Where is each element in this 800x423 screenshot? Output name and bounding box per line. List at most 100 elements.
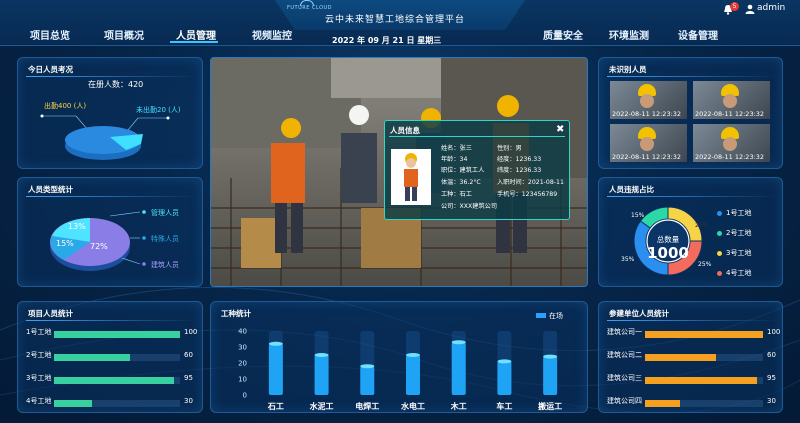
bar-label: 建筑公司一	[607, 328, 642, 336]
legend-dot	[717, 211, 722, 216]
nav-quality-safety[interactable]: 质量安全	[543, 27, 583, 42]
user-icon[interactable]	[745, 4, 755, 14]
person-info-popup: 人员信息 ✖ 姓名：张三 性别：男 年龄：34 经度：1236.33 职位：建筑…	[384, 120, 570, 220]
attendance-panel: 今日人员考况 在册人数：420 出勤400 (人) 未出勤20 (人)	[17, 57, 203, 169]
bar-value: 95	[767, 374, 776, 382]
bar-fill	[54, 400, 92, 407]
donut-label-4: 25%	[698, 261, 712, 268]
unknown-person-thumbnail[interactable]: 2022-08-11 12:23:32	[610, 81, 687, 119]
bar-fill	[54, 377, 174, 384]
bar-fill	[645, 331, 763, 338]
y-tick-label: 30	[238, 344, 247, 352]
panel-title: 参建单位人员统计	[609, 309, 669, 318]
person-type-pie-chart	[50, 210, 146, 271]
legend-special: 特殊人员	[151, 235, 179, 243]
nav-equipment[interactable]: 设备管理	[678, 27, 718, 42]
field-phone: 手机号：123456789	[497, 191, 558, 198]
construction-percent: 72%	[90, 242, 108, 251]
field-entry-time: 入职时间：2021-08-11	[497, 179, 564, 186]
y-tick-label: 20	[238, 360, 247, 368]
y-tick-label: 40	[238, 328, 247, 336]
legend-dot	[717, 231, 722, 236]
nav-personnel[interactable]: 人员管理	[176, 27, 216, 42]
thumbnail-timestamp: 2022-08-11 12:23:32	[612, 110, 682, 118]
field-age: 年龄：34	[441, 156, 468, 163]
bar-label: 建筑公司二	[607, 351, 642, 359]
legend-label: 4号工地	[726, 269, 752, 277]
legend-label: 1号工地	[726, 209, 752, 217]
x-tick-label: 石工	[267, 402, 284, 411]
worker-avatar	[391, 149, 431, 205]
title-divider	[607, 320, 777, 321]
bar-value: 95	[184, 374, 193, 382]
y-tick-label: 10	[238, 376, 247, 384]
bar-cap	[543, 354, 558, 359]
bar-cap	[268, 341, 283, 346]
nav-overview[interactable]: 项目总览	[30, 27, 70, 42]
donut-label-2: 15%	[631, 212, 645, 219]
field-name: 姓名：张三	[441, 145, 472, 152]
thumbnail-timestamp: 2022-08-11 12:23:32	[612, 153, 682, 161]
unknown-person-thumbnail[interactable]: 2022-08-11 12:23:32	[693, 124, 770, 162]
bar-value: 60	[767, 351, 776, 359]
bar-value: 60	[184, 351, 193, 359]
x-tick-label: 车工	[496, 401, 512, 411]
y-tick-label: 0	[243, 392, 247, 400]
bar-mark	[360, 366, 375, 395]
x-tick-label: 水泥工	[309, 401, 334, 411]
x-tick-label: 木工	[450, 401, 467, 411]
unknown-person-thumbnail[interactable]: 2022-08-11 12:23:32	[610, 124, 687, 162]
bar-fill	[645, 377, 758, 384]
current-date: 2022 年 09 月 21 日 星期三	[332, 36, 442, 45]
person-type-panel: 人员类型统计 13% 15% 72% 管理人员 特殊人员 建筑人员	[17, 177, 203, 287]
company-stats-panel: 参建单位人员统计 建筑公司一 100 建筑公司二 60 建筑公司三 95 建筑公司四 30	[598, 301, 783, 413]
field-latitude: 纬度：1236.33	[497, 167, 542, 174]
nav-video[interactable]: 视频监控	[252, 27, 292, 42]
legend-label: 3号工地	[726, 249, 752, 257]
title-divider	[26, 320, 196, 321]
panel-title: 未识别人员	[609, 65, 647, 74]
bar-cap	[451, 340, 466, 345]
bar-mark	[314, 355, 329, 395]
panel-title: 项目人员统计	[28, 309, 73, 318]
violation-donut-chart	[633, 206, 703, 276]
nav-environment[interactable]: 环境监测	[609, 27, 649, 42]
thumbnail-timestamp: 2022-08-11 12:23:32	[695, 153, 765, 161]
bar-cap	[406, 353, 420, 357]
trade-stats-panel: 工种统计 在场 0 10 20 30 40 石工 水泥工 电焊工 水电工 木工 车工 搬运工	[210, 301, 588, 413]
bar-fill	[645, 354, 716, 361]
project-stats-panel: 项目人员统计 1号工地 100 2号工地 60 3号工地 95 4号工地 30	[17, 301, 203, 413]
bar-fill	[54, 331, 180, 338]
nav-project-info[interactable]: 项目概况	[104, 27, 144, 42]
attendance-pie-chart	[40, 114, 170, 160]
special-percent: 15%	[56, 239, 74, 248]
face-icon	[723, 137, 737, 151]
bar-mark	[268, 343, 283, 395]
bar-label: 建筑公司四	[607, 397, 642, 405]
legend-management: 管理人员	[151, 209, 179, 217]
username[interactable]: admin	[757, 3, 785, 13]
x-tick-label: 搬运工	[538, 401, 562, 411]
violation-panel: 人员违规占比 总数量 1000 15% 25% 35% 25% 1号工地 2号工地…	[598, 177, 783, 287]
bar-value: 30	[184, 397, 193, 405]
bar-cap	[360, 364, 375, 369]
field-company: 公司：XXX建筑公司	[441, 203, 498, 210]
donut-label-1: 25%	[695, 222, 709, 229]
active-tab-indicator	[170, 41, 218, 43]
face-icon	[723, 94, 737, 108]
bar-fill	[645, 400, 681, 407]
bar-mark	[543, 356, 558, 395]
field-position: 职位：建筑工人	[441, 167, 485, 174]
top-header: FUTURE CLOUD 云中未来智慧工地综合管理平台 项目总览 项目概况 人员…	[0, 0, 800, 46]
logo-text: FUTURE CLOUD	[287, 5, 333, 11]
bar-cap	[497, 359, 512, 364]
bar-mark	[497, 361, 512, 395]
field-longitude: 经度：1236.33	[497, 156, 542, 163]
popup-title: 人员信息	[390, 126, 420, 135]
close-icon[interactable]: ✖	[556, 124, 564, 135]
bar-cap	[314, 353, 329, 357]
notification-badge: 5	[730, 2, 739, 11]
platform-title: 云中未来智慧工地综合管理平台	[325, 15, 466, 25]
unknown-person-thumbnail[interactable]: 2022-08-11 12:23:32	[693, 81, 770, 119]
field-gender: 性别：男	[497, 145, 522, 152]
